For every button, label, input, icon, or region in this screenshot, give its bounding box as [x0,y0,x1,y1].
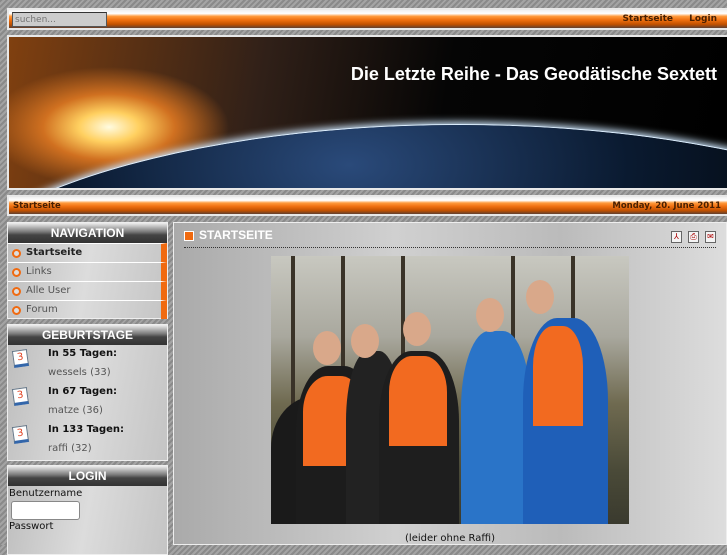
calendar-icon: 3 [11,387,30,406]
email-icon[interactable]: ✉ [705,231,716,243]
breadcrumb-current[interactable]: Startseite [13,201,61,211]
birthdays-heading: GEBURTSTAGE [8,325,167,345]
login-heading: LOGIN [8,466,167,486]
site-title: Die Letzte Reihe - Das Geodätische Sexte… [350,64,717,84]
calendar-icon: 3 [11,349,30,368]
birthday-when: In 67 Tagen: [48,386,118,397]
breadcrumb: Startseite Monday, 20. June 2011 [7,195,727,216]
bullet-icon [12,287,21,296]
birthday-item: 3 In 55 Tagen: wessels (33) [8,345,167,383]
top-bar: Startseite Login [7,8,727,30]
photo-caption: (leider ohne Raffi) [405,533,495,544]
pdf-icon[interactable]: ⅄ [671,231,682,243]
birthday-who: wessels (33) [48,367,111,378]
birthdays-box: GEBURTSTAGE 3 In 55 Tagen: wessels (33) 3 I… [7,324,168,461]
page-title-text: STARTSEITE [199,228,273,242]
password-label: Passwort [9,521,54,532]
username-field[interactable] [11,501,80,520]
bullet-icon [12,268,21,277]
bullet-icon [12,249,21,258]
username-label: Benutzername [9,488,83,499]
top-link-login[interactable]: Login [689,14,717,24]
login-box: LOGIN Benutzername Passwort [7,465,168,555]
group-photo [271,256,629,524]
current-date: Monday, 20. June 2011 [612,201,721,211]
search-input[interactable] [12,12,107,27]
birthday-item: 3 In 133 Tagen: raffi (32) [8,421,167,459]
navigation-heading: NAVIGATION [8,223,167,243]
print-icon[interactable]: ⎙ [688,231,699,243]
title-bullet-icon [184,231,194,241]
nav-label: Startseite [26,247,83,258]
banner: Die Letzte Reihe - Das Geodätische Sexte… [7,35,727,190]
birthday-who: matze (36) [48,405,103,416]
birthday-when: In 55 Tagen: [48,348,118,359]
nav-label: Alle User [26,285,71,296]
navigation-box: NAVIGATION Startseite Links Alle User Fo… [7,222,168,319]
nav-item-startseite[interactable]: Startseite [8,243,167,262]
top-link-startseite[interactable]: Startseite [622,14,673,24]
bullet-icon [12,306,21,315]
nav-label: Links [26,266,52,277]
birthday-item: 3 In 67 Tagen: matze (36) [8,383,167,421]
nav-item-alle-user[interactable]: Alle User [8,281,167,300]
nav-label: Forum [26,304,58,315]
page-title: STARTSEITE [184,228,716,248]
calendar-icon: 3 [11,425,30,444]
nav-item-forum[interactable]: Forum [8,300,167,319]
main-content: STARTSEITE ⅄ ⎙ ✉ (leider ohne Raffi) [173,222,727,545]
birthday-when: In 133 Tagen: [48,424,125,435]
birthday-who: raffi (32) [48,443,92,454]
nav-item-links[interactable]: Links [8,262,167,281]
earth-horizon-image [9,125,727,188]
